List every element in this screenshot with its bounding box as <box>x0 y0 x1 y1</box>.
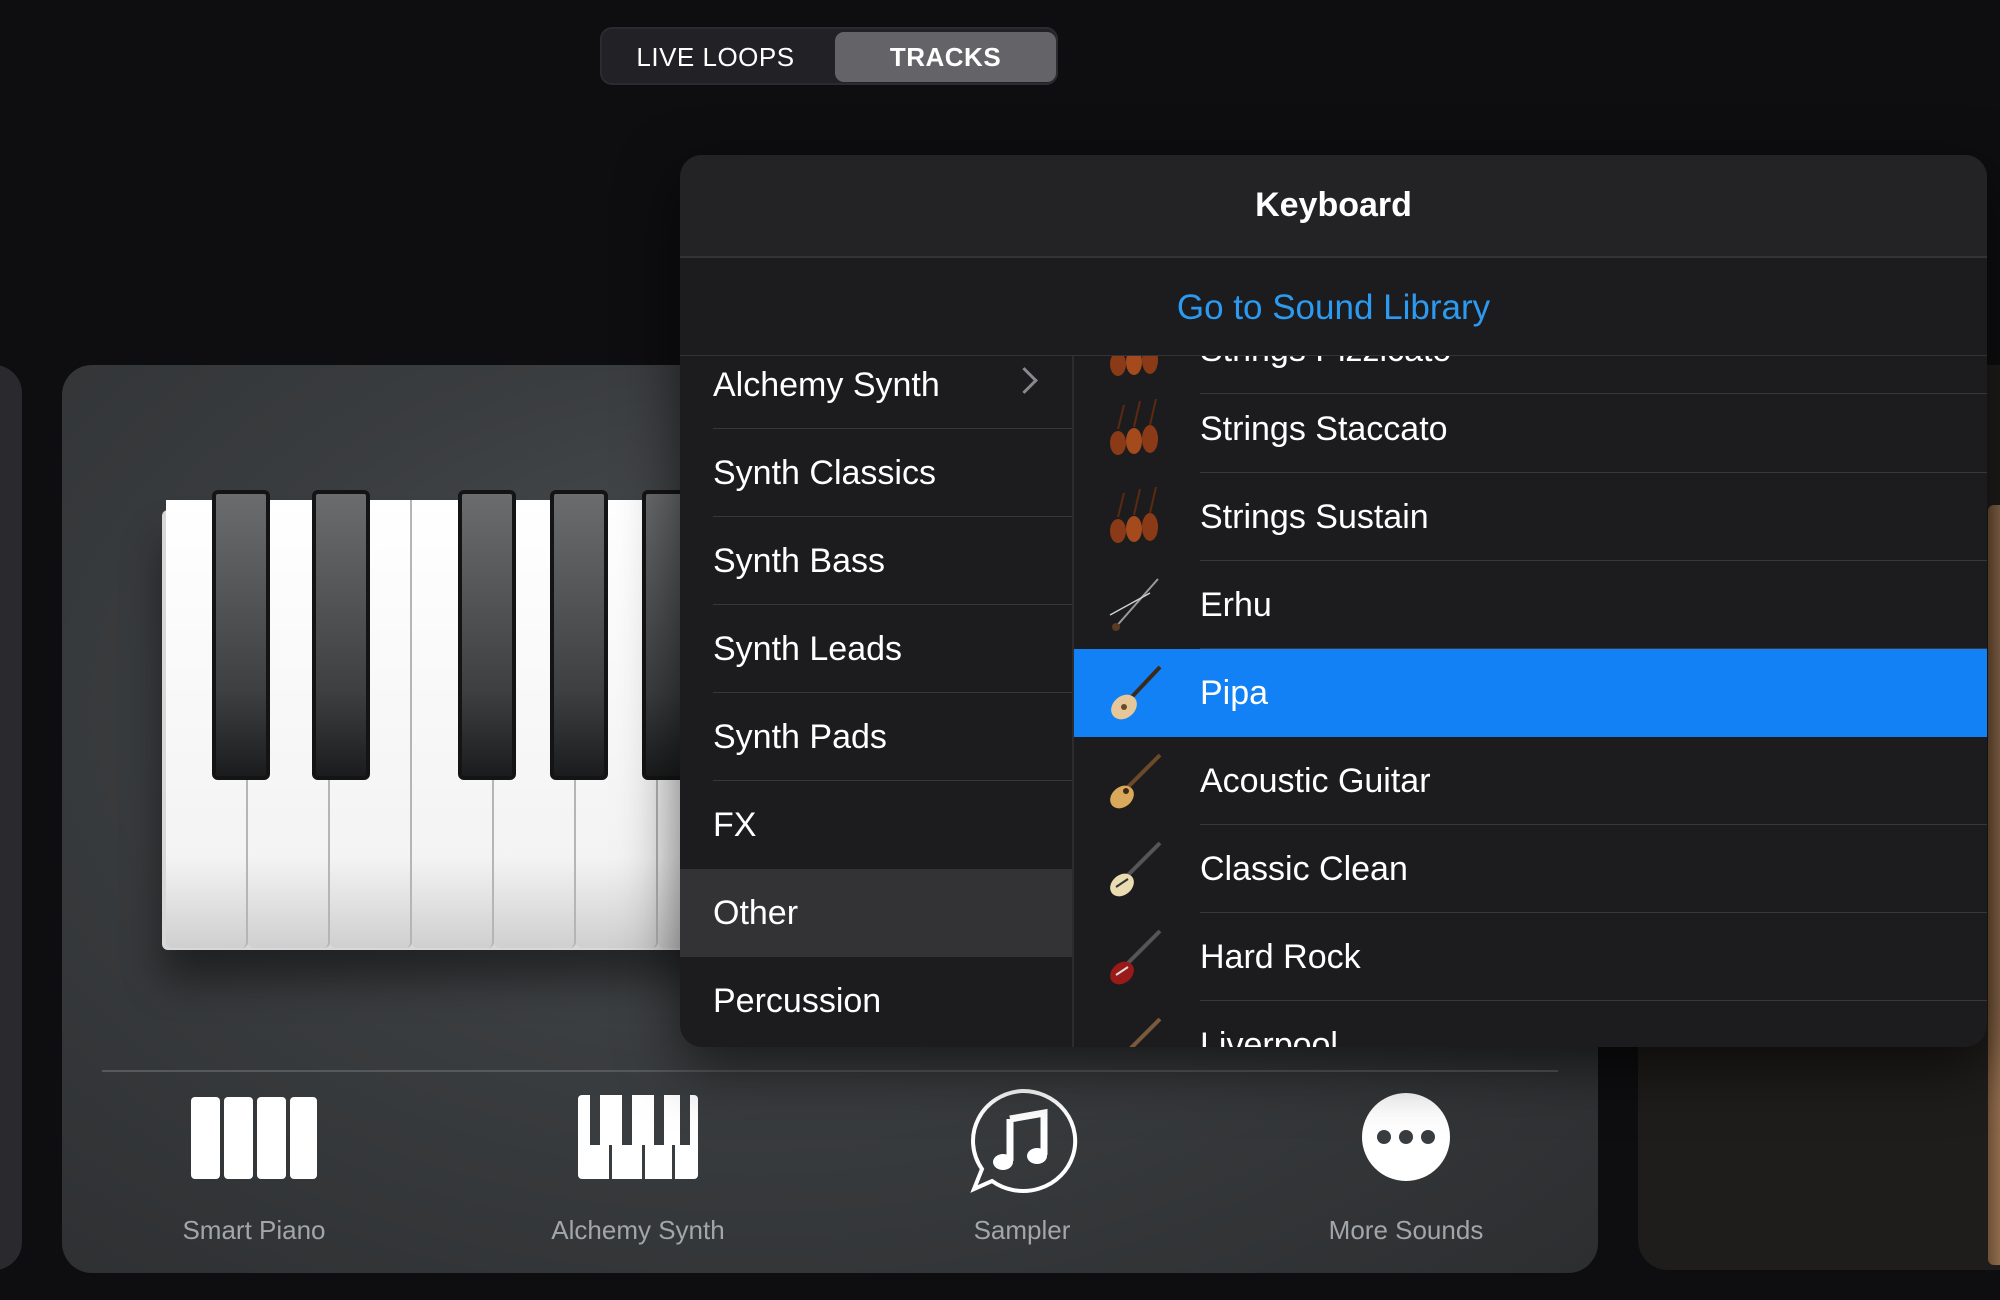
sound-label: Strings Staccato <box>1200 410 1448 448</box>
sound-label: Acoustic Guitar <box>1200 762 1431 800</box>
bass-guitar-icon <box>1129 1017 1162 1047</box>
sound-item[interactable]: Strings Sustain <box>1074 473 1987 561</box>
category-item[interactable]: Alchemy Synth <box>680 356 1072 429</box>
category-item[interactable]: FX <box>680 781 1072 869</box>
sound-item[interactable]: Hard Rock <box>1074 913 1987 1001</box>
strings-section-icon <box>1110 356 1158 376</box>
category-label: Alchemy Synth <box>713 366 940 404</box>
sound-item-selected[interactable]: Pipa <box>1074 649 1987 737</box>
category-item[interactable]: Synth Pads <box>680 693 1072 781</box>
sound-label: Pipa <box>1200 674 1269 712</box>
popover-title: Keyboard <box>1255 186 1412 224</box>
erhu-icon <box>1109 578 1159 631</box>
smart-piano-icon <box>191 1097 317 1179</box>
category-item-selected[interactable]: Other <box>680 869 1072 957</box>
previous-instrument-card[interactable] <box>0 365 22 1270</box>
sound-item[interactable]: Acoustic Guitar <box>1074 737 1987 825</box>
more-sounds-label: More Sounds <box>1328 1215 1484 1245</box>
category-item[interactable]: Synth Leads <box>680 605 1072 693</box>
smart-piano-button[interactable]: Smart Piano <box>134 1093 374 1253</box>
strings-section-icon <box>1110 487 1158 543</box>
sampler-label: Sampler <box>973 1215 1071 1245</box>
category-label: Synth Bass <box>713 542 885 580</box>
sampler-button[interactable]: Sampler <box>902 1088 1142 1253</box>
category-label: Synth Pads <box>713 718 887 756</box>
chevron-right-icon <box>1011 367 1038 394</box>
category-label: Synth Classics <box>713 454 936 492</box>
category-item[interactable]: Synth Bass <box>680 517 1072 605</box>
category-item[interactable]: Synth Classics <box>680 429 1072 517</box>
category-label: Synth Leads <box>713 630 903 668</box>
sound-item[interactable]: Strings Staccato <box>1074 385 1987 473</box>
hollow-body-guitar-icon <box>1110 841 1162 897</box>
more-sounds-button[interactable]: More Sounds <box>1286 1093 1526 1253</box>
alchemy-synth-button[interactable]: Alchemy Synth <box>518 1093 758 1253</box>
strings-section-icon <box>1110 399 1158 455</box>
alchemy-synth-icon <box>578 1095 698 1179</box>
sound-label: Hard Rock <box>1200 938 1361 976</box>
tracks-tab[interactable]: TRACKS <box>835 32 1056 82</box>
sound-label: Strings Sustain <box>1200 498 1429 536</box>
sampler-icon <box>970 1088 1078 1193</box>
sound-label: Erhu <box>1200 586 1272 624</box>
go-to-sound-library-link[interactable]: Go to Sound Library <box>1177 288 1490 327</box>
sound-item[interactable]: Erhu <box>1074 561 1987 649</box>
black-key <box>212 490 270 780</box>
category-label: Other <box>713 894 799 932</box>
sound-item[interactable]: Classic Clean <box>1074 825 1987 913</box>
card-divider <box>102 1070 1558 1072</box>
wood-instrument-image <box>1988 505 2000 1265</box>
category-list[interactable]: Alchemy Synth Synth Classics Synth Bass … <box>680 356 1072 1047</box>
keyboard-sound-popover: Keyboard Go to Sound Library Alchemy Syn… <box>680 155 1987 1047</box>
black-key <box>312 490 370 780</box>
sound-item[interactable]: Liverpool <box>1074 1001 1987 1047</box>
acoustic-guitar-icon <box>1110 753 1162 809</box>
view-mode-segmented-control: LIVE LOOPS TRACKS <box>600 27 1058 85</box>
live-loops-tab[interactable]: LIVE LOOPS <box>605 32 826 82</box>
sound-library-row: Go to Sound Library <box>680 258 1987 356</box>
more-sounds-icon <box>1362 1093 1450 1181</box>
sound-label: Liverpool <box>1200 1026 1338 1047</box>
category-label: FX <box>713 806 757 844</box>
popover-header: Keyboard <box>680 155 1987 258</box>
black-key <box>550 490 608 780</box>
pipa-icon <box>1111 665 1162 720</box>
category-label: Percussion <box>713 982 882 1020</box>
black-key <box>458 490 516 780</box>
electric-guitar-icon <box>1110 929 1162 985</box>
category-item[interactable]: Percussion <box>680 957 1072 1045</box>
sound-list[interactable]: Strings Pizzicato Strings Staccato Strin… <box>1074 356 1987 1047</box>
sound-label: Classic Clean <box>1200 850 1408 888</box>
smart-piano-label: Smart Piano <box>182 1215 326 1245</box>
alchemy-synth-label: Alchemy Synth <box>551 1215 725 1245</box>
